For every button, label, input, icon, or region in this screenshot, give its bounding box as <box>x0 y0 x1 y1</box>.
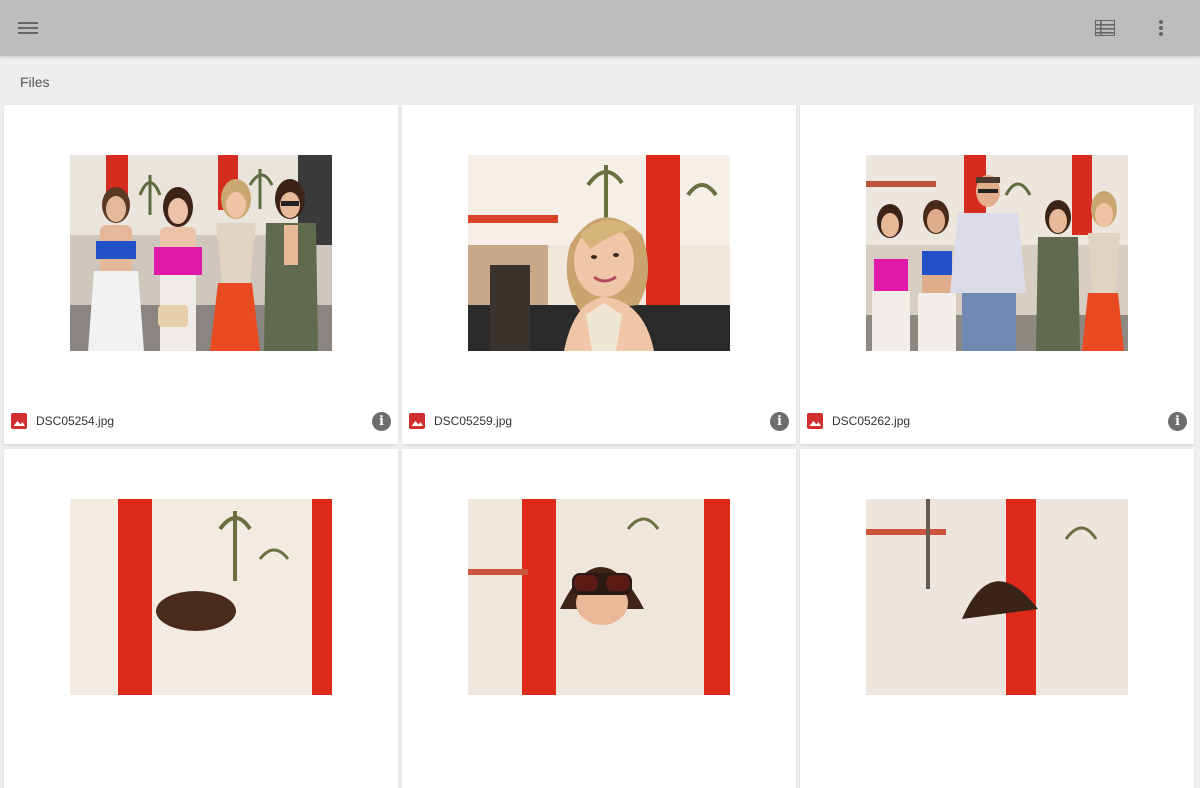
file-card[interactable]: DSC05259.jpg <box>402 105 796 444</box>
file-name: DSC05259.jpg <box>434 414 513 428</box>
image-thumbnail[interactable] <box>70 499 332 695</box>
image-icon <box>807 413 823 429</box>
info-icon[interactable] <box>770 412 789 431</box>
breadcrumb[interactable]: Files <box>20 74 50 90</box>
file-card[interactable]: DSC05262.jpg <box>800 105 1194 444</box>
image-thumbnail[interactable] <box>866 499 1128 695</box>
menu-icon[interactable] <box>14 14 42 42</box>
more-vert-icon[interactable] <box>1147 14 1175 42</box>
file-name-row: DSC05259.jpg <box>402 411 796 443</box>
file-name: DSC05254.jpg <box>36 414 115 428</box>
file-name-row: DSC05254.jpg <box>4 411 398 443</box>
file-grid: DSC05254.jpg i DSC05259.jpg i DSC05262.j… <box>4 105 1198 788</box>
image-icon <box>409 413 425 429</box>
image-thumbnail[interactable] <box>468 499 730 695</box>
file-card[interactable] <box>402 449 796 788</box>
file-card[interactable] <box>4 449 398 788</box>
file-name: DSC05262.jpg <box>832 414 911 428</box>
file-card[interactable] <box>800 449 1194 788</box>
list-view-icon[interactable] <box>1091 14 1119 42</box>
image-thumbnail[interactable] <box>70 155 332 351</box>
image-thumbnail[interactable] <box>866 155 1128 351</box>
image-icon <box>11 413 27 429</box>
image-thumbnail[interactable] <box>468 155 730 351</box>
file-card[interactable]: DSC05254.jpg <box>4 105 398 444</box>
app-toolbar <box>0 0 1200 56</box>
file-name-row: DSC05262.jpg <box>800 411 1194 443</box>
info-icon[interactable] <box>1168 412 1187 431</box>
info-icon[interactable] <box>372 412 391 431</box>
